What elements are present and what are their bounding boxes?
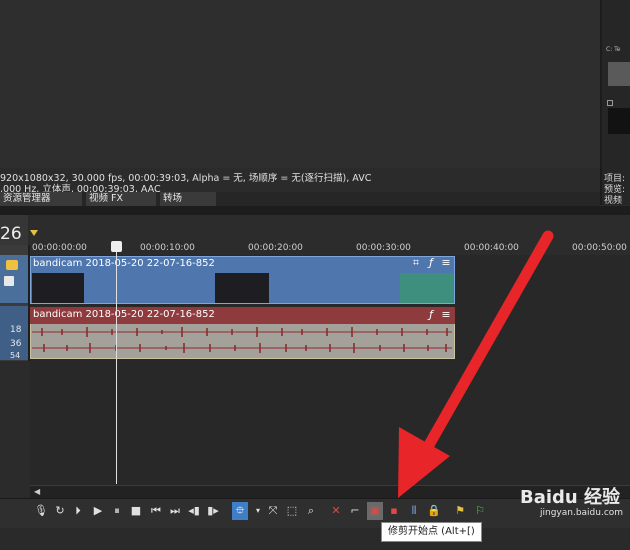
previous-frame-icon[interactable]: ◂▮ [186, 502, 202, 520]
watermark-url: jingyan.baidu.com [540, 508, 624, 518]
next-frame-icon[interactable]: ▮▸ [205, 502, 221, 520]
track-motion-icon[interactable] [4, 276, 14, 286]
panel-divider[interactable] [0, 206, 630, 215]
fx-icon[interactable]: ƒ [425, 309, 437, 321]
level-meter-label: 18 [10, 325, 22, 335]
go-to-start-icon[interactable]: ⏮ [148, 502, 164, 520]
clip-thumbnail [400, 273, 453, 303]
video-preview [0, 0, 600, 168]
side-thumbnail[interactable] [608, 62, 630, 86]
ruler-label: 00:00:40:00 [464, 243, 519, 253]
lock-icon[interactable]: 🔒 [426, 502, 442, 520]
track-fx-icon[interactable] [6, 260, 18, 270]
play-from-start-icon[interactable]: ⏵ [70, 502, 86, 520]
marker-icon[interactable]: ⚑ [452, 502, 468, 520]
play-icon[interactable]: ▶ [90, 502, 106, 520]
pause-icon[interactable]: ⏸ [109, 502, 125, 520]
playhead-line[interactable] [116, 247, 117, 484]
trim-icon[interactable]: ⌐ [347, 502, 363, 520]
menu-icon[interactable]: ≡ [440, 257, 452, 269]
selection-tool-icon[interactable]: ⬚ [284, 502, 300, 520]
playhead-handle[interactable] [111, 241, 122, 252]
tab-video-preview[interactable]: 视频 [604, 193, 622, 206]
record-icon[interactable]: 🎙 [33, 502, 49, 520]
stop-icon[interactable]: ■ [128, 502, 144, 520]
video-clip-title: bandicam 2018-05-20 22-07-16-852 [33, 258, 215, 269]
trim-start-tooltip: 修剪开始点 (Alt+[) [381, 522, 482, 542]
level-meter-label: 54 [10, 351, 21, 360]
loop-marker-icon[interactable] [30, 230, 38, 236]
watermark-logo: Baidu 经验 [520, 487, 621, 508]
ruler-label: 00:00:00:00 [32, 243, 87, 253]
audio-waveform-left [32, 327, 452, 337]
envelope-tool-icon[interactable]: ⤧ [265, 502, 281, 520]
delete-icon[interactable]: ✕ [328, 502, 344, 520]
zoom-tool-icon[interactable]: ⌕ [303, 502, 319, 520]
split-icon[interactable]: ⫴ [406, 502, 422, 520]
tab-explorer[interactable]: 资源管理器 [0, 192, 82, 206]
ruler-label: 00:00:10:00 [140, 243, 195, 253]
scroll-left-icon[interactable]: ◀ [34, 487, 40, 496]
clip-thumbnail [215, 273, 269, 303]
fx-icon[interactable]: ƒ [425, 257, 437, 269]
region-icon[interactable]: ⚐ [472, 502, 488, 520]
tab-transitions[interactable]: 转场 [160, 192, 216, 206]
ruler-label: 00:00:20:00 [248, 243, 303, 253]
go-to-end-icon[interactable]: ⏭ [167, 502, 183, 520]
status-bar [0, 528, 630, 550]
tab-video-fx[interactable]: 视频 FX [86, 192, 156, 206]
chevron-down-icon[interactable]: ▾ [250, 502, 266, 520]
menu-icon[interactable]: ≡ [440, 309, 452, 321]
snap-tool-icon[interactable]: ⯐ [232, 502, 248, 520]
audio-clip-title: bandicam 2018-05-20 22-07-16-852 [33, 309, 215, 320]
checkbox-icon[interactable] [607, 100, 613, 106]
level-meter-label: 36 [10, 339, 22, 349]
trim-end-icon[interactable]: ▪ [386, 502, 402, 520]
side-panel-path: C: Te [606, 46, 621, 53]
side-thumbnail-dark[interactable] [608, 108, 630, 134]
loop-icon[interactable]: ↻ [52, 502, 68, 520]
timecode-display: 26 [0, 224, 22, 244]
audio-waveform-right [32, 343, 452, 353]
ruler-label: 00:00:50:00 [572, 243, 627, 253]
ruler-label: 00:00:30:00 [356, 243, 411, 253]
trim-start-icon[interactable]: ▣ [367, 502, 383, 520]
clip-thumbnail [32, 273, 84, 303]
crop-icon[interactable]: ⌗ [410, 257, 422, 269]
